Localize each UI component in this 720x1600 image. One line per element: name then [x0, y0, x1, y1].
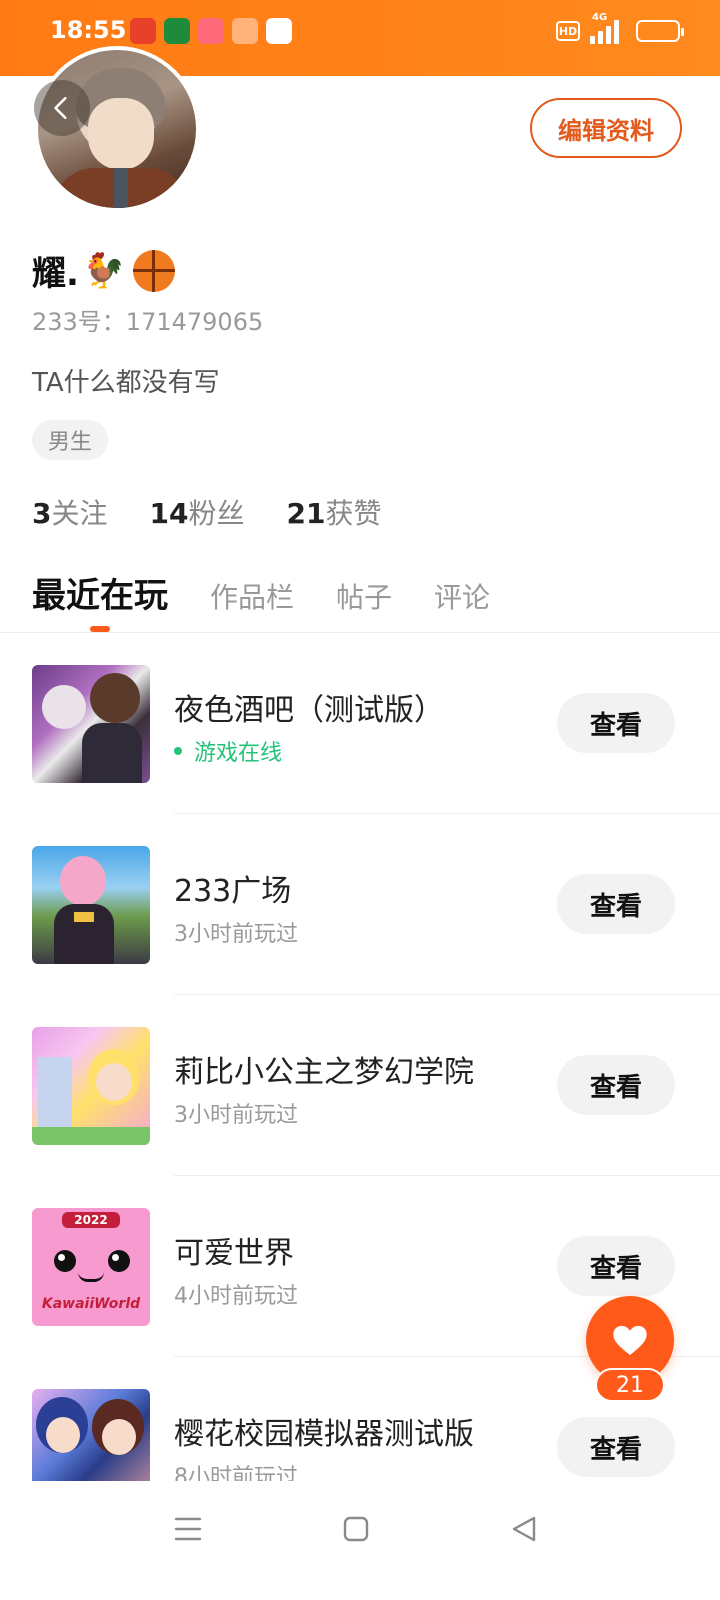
app-icon-red	[130, 18, 156, 44]
game-status: 3小时前玩过	[174, 1103, 298, 1128]
like-count-badge: 21	[595, 1368, 665, 1402]
network-label: 4G	[592, 12, 608, 23]
view-button[interactable]: 查看	[557, 1055, 675, 1115]
game-row[interactable]: 莉比小公主之梦幻学院 3小时前玩过 查看	[0, 995, 720, 1176]
profile-tabs: 最近在玩 作品栏 帖子 评论	[32, 568, 532, 617]
stat-label: 关注	[51, 497, 108, 530]
game-title: 樱花校园模拟器测试版	[174, 1417, 474, 1452]
music-app-icon	[198, 18, 224, 44]
tab-posts[interactable]: 帖子	[336, 576, 392, 616]
game-status: 3小时前玩过	[174, 922, 298, 947]
stat-number: 14	[149, 497, 189, 530]
tab-works[interactable]: 作品栏	[210, 576, 294, 616]
baidu-app-icon	[266, 18, 292, 44]
view-button[interactable]: 查看	[557, 1417, 675, 1477]
status-time: 18:55	[50, 16, 127, 44]
game-row[interactable]: 233广场 3小时前玩过 查看	[0, 814, 720, 995]
game-thumbnail[interactable]: 2022 KawaiiWorld	[32, 1208, 150, 1326]
menu-nav-button[interactable]	[168, 1509, 208, 1549]
game-title: 莉比小公主之梦幻学院	[174, 1055, 474, 1090]
heart-icon	[613, 1325, 647, 1355]
back-button[interactable]	[34, 80, 90, 136]
username-text: 耀.	[32, 254, 79, 294]
game-row[interactable]: 夜色酒吧（测试版） 游戏在线 查看	[0, 633, 720, 814]
chevron-left-icon	[54, 96, 67, 120]
game-status-text: 游戏在线	[194, 741, 283, 766]
edit-profile-button[interactable]: 编辑资料	[530, 98, 682, 158]
game-title: 夜色酒吧（测试版）	[174, 693, 444, 728]
game-thumbnail[interactable]	[32, 1027, 150, 1145]
user-id: 233号：171479065	[32, 308, 264, 336]
game-status: 4小时前玩过	[174, 1284, 298, 1309]
view-button[interactable]: 查看	[557, 874, 675, 934]
game-title: 233广场	[174, 874, 292, 909]
thumbnail-logo-text: KawaiiWorld	[41, 1296, 141, 1312]
stats-row: 3 关注 14 粉丝 21 获赞	[32, 492, 381, 532]
view-button[interactable]: 查看	[557, 693, 675, 753]
view-button[interactable]: 查看	[557, 1236, 675, 1296]
game-status: 游戏在线	[174, 735, 282, 767]
game-thumbnail[interactable]	[32, 846, 150, 964]
thumbnail-banner: 2022	[62, 1212, 120, 1228]
menu-icon	[174, 1517, 202, 1541]
stat-likes[interactable]: 21 获赞	[286, 492, 381, 532]
stat-number: 21	[286, 497, 326, 530]
basketball-icon	[133, 249, 176, 292]
stat-followers[interactable]: 14 粉丝	[150, 492, 245, 532]
username: 耀. 🐓	[32, 246, 176, 295]
triangle-back-icon	[512, 1516, 536, 1542]
rooster-emoji: 🐓	[82, 250, 126, 291]
back-nav-button[interactable]	[504, 1509, 544, 1549]
stat-label: 获赞	[325, 497, 382, 530]
stat-following[interactable]: 3 关注	[32, 492, 108, 532]
hd-icon: HD	[556, 21, 580, 41]
home-square-icon	[343, 1516, 369, 1542]
system-nav-bar	[0, 1481, 720, 1600]
online-dot-icon	[174, 747, 182, 755]
battery-icon	[636, 20, 684, 42]
home-nav-button[interactable]	[336, 1509, 376, 1549]
app-icon-green	[164, 18, 190, 44]
stat-number: 3	[32, 497, 52, 530]
tab-recently-played[interactable]: 最近在玩	[32, 568, 168, 617]
tab-comments[interactable]: 评论	[434, 576, 490, 616]
signal-icon: 4G	[590, 12, 626, 44]
game-status: 8小时前玩过	[174, 1465, 298, 1481]
game-title: 可爱世界	[174, 1236, 294, 1271]
game-thumbnail[interactable]	[32, 1389, 150, 1481]
bio: TA什么都没有写	[32, 368, 220, 398]
stat-label: 粉丝	[188, 497, 245, 530]
game-thumbnail[interactable]	[32, 665, 150, 783]
status-indicators: HD 4G	[556, 12, 684, 44]
reader-app-icon	[232, 18, 258, 44]
notification-icons	[130, 18, 292, 44]
gender-tag: 男生	[32, 420, 109, 460]
